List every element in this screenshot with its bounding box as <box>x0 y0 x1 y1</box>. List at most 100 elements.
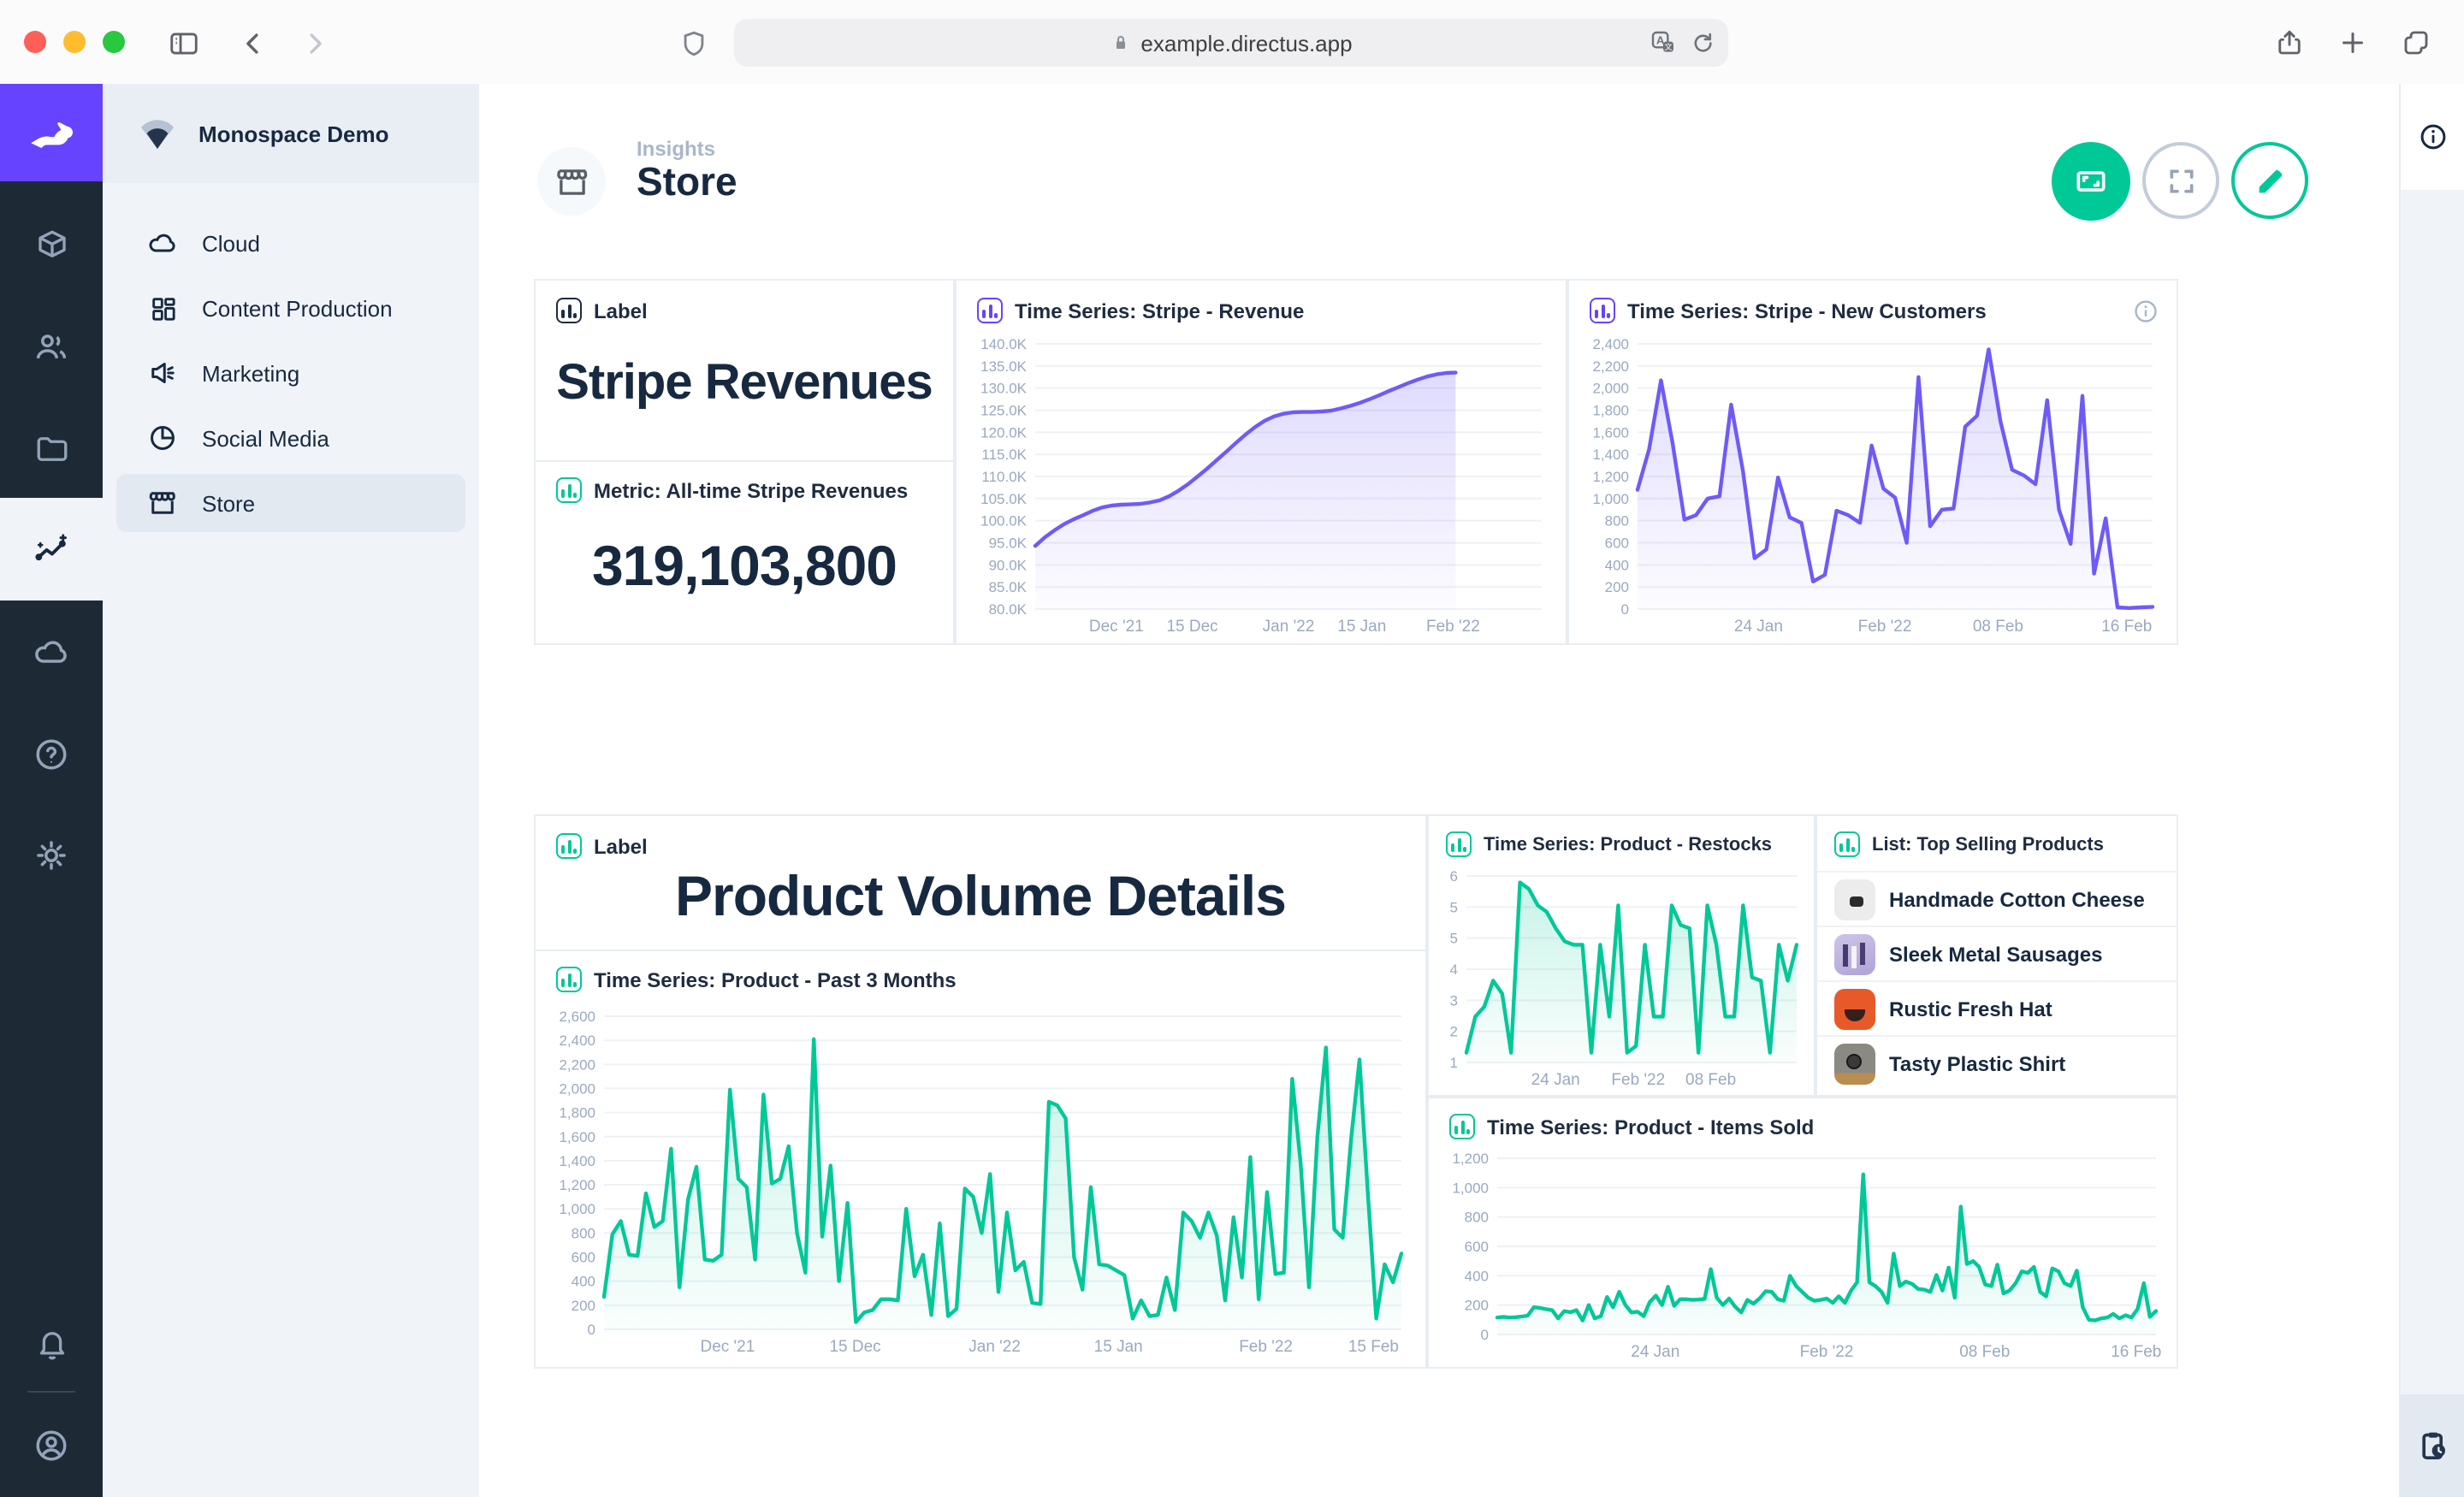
product-restocks-chart: 655432124 JanFeb '2208 Feb <box>1436 867 1810 1090</box>
svg-text:3: 3 <box>1450 992 1458 1009</box>
notifications-bell-icon[interactable] <box>0 1292 103 1394</box>
sidebar-item-label: Cloud <box>202 230 260 256</box>
shield-icon[interactable] <box>671 21 715 65</box>
stripe-revenue-chart: 140.0K135.0K130.0K125.0K120.0K115.0K110.… <box>967 335 1555 636</box>
product-thumbnail <box>1834 1044 1875 1085</box>
list-item[interactable]: Sleek Metal Sausages <box>1817 926 2177 982</box>
svg-text:105.0K: 105.0K <box>980 491 1028 507</box>
dashboard-grid-icon <box>147 293 178 323</box>
svg-text:200: 200 <box>572 1298 595 1314</box>
reload-icon[interactable] <box>1691 31 1715 55</box>
address-bar[interactable]: example.directus.app A文 <box>734 19 1728 67</box>
module-content-icon[interactable] <box>0 193 103 296</box>
zoom-to-fit-button[interactable] <box>2052 142 2130 221</box>
module-settings-icon[interactable] <box>0 804 103 907</box>
sidebar-toggle-icon[interactable] <box>161 21 205 65</box>
zoom-window-button[interactable] <box>103 31 125 53</box>
back-icon[interactable] <box>231 21 275 65</box>
product-items-sold-chart: 1,2001,000800600400200024 JanFeb '2208 F… <box>1439 1150 2170 1362</box>
list-item[interactable]: Handmade Cotton Cheese <box>1817 871 2177 927</box>
svg-text:125.0K: 125.0K <box>980 403 1028 419</box>
sidebar-item-store[interactable]: Store <box>116 474 465 532</box>
application-window: example.directus.app A文 <box>0 0 2464 1497</box>
chart-chip-icon <box>556 833 582 859</box>
fullscreen-button[interactable] <box>2142 142 2219 219</box>
sidebar-item-label: Content Production <box>202 295 393 321</box>
minimize-window-button[interactable] <box>63 31 86 53</box>
sidebar-item-marketing[interactable]: Marketing <box>116 344 465 402</box>
panel-header: Time Series: Stripe - Revenue <box>1015 299 1304 322</box>
project-signal-icon <box>137 113 178 154</box>
module-help-icon[interactable] <box>0 703 103 806</box>
svg-text:1,600: 1,600 <box>1592 424 1629 441</box>
chart-chip-icon <box>1446 831 1472 857</box>
panel-header: Metric: All-time Stripe Revenues <box>594 478 908 502</box>
pencil-icon <box>2253 163 2287 198</box>
svg-text:1,000: 1,000 <box>559 1201 595 1217</box>
edit-dashboard-button[interactable] <box>2231 142 2308 219</box>
fullscreen-icon <box>2164 163 2198 198</box>
list-item[interactable]: Tasty Plastic Shirt <box>1817 1035 2177 1092</box>
list-item[interactable]: Rustic Fresh Hat <box>1817 980 2177 1037</box>
svg-text:800: 800 <box>1465 1210 1489 1226</box>
svg-text:2,200: 2,200 <box>1592 358 1629 375</box>
product-thumbnail <box>1834 989 1875 1030</box>
product-name: Rustic Fresh Hat <box>1889 997 2052 1021</box>
svg-text:2,400: 2,400 <box>559 1033 595 1049</box>
modulebar-divider <box>27 1391 75 1393</box>
panel-header: Time Series: Stripe - New Customers <box>1627 299 1987 322</box>
user-avatar-icon[interactable] <box>0 1394 103 1497</box>
module-cloud-icon[interactable] <box>0 601 103 703</box>
svg-text:2,200: 2,200 <box>559 1056 595 1073</box>
svg-text:80.0K: 80.0K <box>989 601 1028 618</box>
svg-text:15 Dec: 15 Dec <box>1166 618 1217 636</box>
panel-product-volume: Label Product Volume Details Time Series… <box>534 814 1427 1369</box>
close-window-button[interactable] <box>24 31 46 53</box>
new-tab-icon[interactable] <box>2331 21 2375 65</box>
sidebar-item-cloud[interactable]: Cloud <box>116 214 465 272</box>
sidebar-item-social-media[interactable]: Social Media <box>116 409 465 467</box>
svg-text:15 Feb: 15 Feb <box>1348 1338 1399 1356</box>
svg-text:0: 0 <box>588 1322 595 1338</box>
project-logo[interactable] <box>0 84 103 181</box>
svg-text:1,400: 1,400 <box>559 1153 595 1169</box>
project-name: Monospace Demo <box>198 121 389 146</box>
product-name: Tasty Plastic Shirt <box>1889 1052 2065 1076</box>
svg-text:85.0K: 85.0K <box>989 579 1028 595</box>
share-icon[interactable] <box>2267 21 2312 65</box>
module-insights-icon[interactable] <box>0 498 103 601</box>
translate-icon[interactable]: A文 <box>1650 29 1677 56</box>
module-files-icon[interactable] <box>0 397 103 500</box>
svg-text:24 Jan: 24 Jan <box>1531 1071 1580 1089</box>
breadcrumb[interactable]: Insights <box>637 137 715 161</box>
main-content: Insights Store Label Stripe Revenues Met… <box>479 84 2399 1497</box>
sidebar-item-label: Social Media <box>202 425 329 451</box>
info-icon[interactable] <box>2132 298 2159 334</box>
navigation-sidebar: Monospace Demo Cloud Content Production … <box>103 84 479 1497</box>
svg-text:0: 0 <box>1481 1327 1489 1343</box>
activity-log-button[interactable] <box>2401 1394 2464 1497</box>
svg-text:135.0K: 135.0K <box>980 358 1028 375</box>
forward-icon[interactable] <box>291 21 335 65</box>
svg-text:100.0K: 100.0K <box>980 513 1028 530</box>
svg-text:2: 2 <box>1450 1024 1458 1040</box>
project-header[interactable]: Monospace Demo <box>103 84 479 183</box>
panel-top-selling-products: List: Top Selling Products Handmade Cott… <box>1815 814 2178 1097</box>
chart-chip-icon <box>977 298 1003 323</box>
svg-text:Jan '22: Jan '22 <box>1263 618 1315 636</box>
svg-text:文: 文 <box>1664 42 1672 51</box>
svg-text:130.0K: 130.0K <box>980 381 1028 397</box>
svg-text:1,800: 1,800 <box>1592 403 1629 419</box>
module-users-icon[interactable] <box>0 296 103 399</box>
lock-icon <box>1110 33 1130 53</box>
product-thumbnail <box>1834 879 1875 920</box>
sidebar-item-label: Store <box>202 490 255 516</box>
tab-overview-icon[interactable] <box>2394 21 2438 65</box>
svg-text:08 Feb: 08 Feb <box>1959 1343 2010 1361</box>
svg-text:15 Jan: 15 Jan <box>1094 1338 1143 1356</box>
svg-text:1,000: 1,000 <box>1592 491 1629 507</box>
chart-chip-icon <box>556 967 582 992</box>
chart-chip-icon <box>1449 1114 1475 1139</box>
sidebar-item-content-production[interactable]: Content Production <box>116 279 465 337</box>
info-sidebar-button[interactable] <box>2401 84 2464 190</box>
